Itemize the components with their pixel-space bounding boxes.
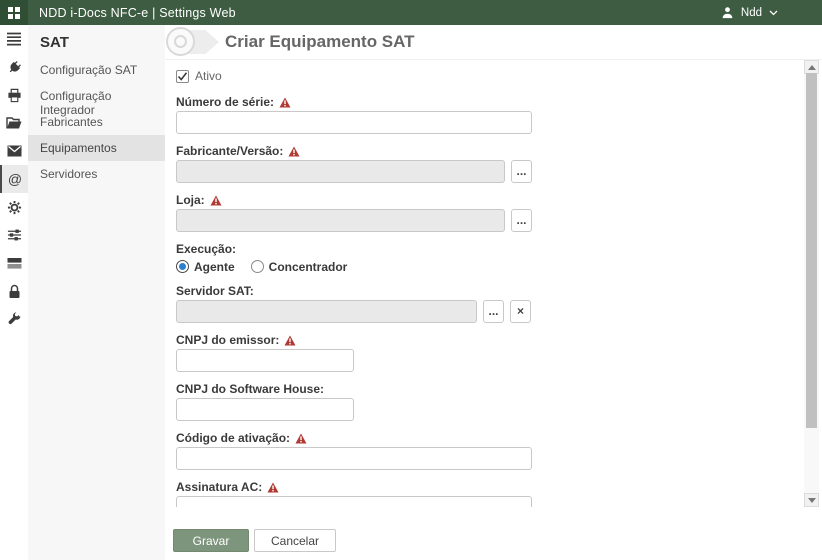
- envelope-icon: [7, 145, 21, 157]
- servidor-sat-browse-button[interactable]: ...: [483, 300, 504, 323]
- required-warning-icon: [210, 195, 222, 205]
- main-content: Criar Equipamento SAT Ativo Número de sé…: [165, 25, 822, 560]
- cnpj-emissor-input[interactable]: [176, 349, 354, 372]
- radio-unselected-icon: [250, 260, 264, 273]
- waffle-icon: [8, 6, 20, 19]
- fabricante-versao-label: Fabricante/Versão:: [176, 144, 284, 158]
- field-assinatura-ac: Assinatura AC:: [176, 480, 565, 507]
- radio-concentrador-label: Concentrador: [268, 259, 348, 274]
- field-cnpj-emissor: CNPJ do emissor:: [176, 333, 565, 372]
- rail-item-preferences[interactable]: [0, 221, 28, 249]
- numero-serie-label: Número de série:: [176, 95, 275, 109]
- page-header: Criar Equipamento SAT: [165, 25, 822, 60]
- cnpj-emissor-label: CNPJ do emissor:: [176, 333, 280, 347]
- user-menu[interactable]: Ndd: [721, 6, 778, 19]
- rail-item-security[interactable]: [0, 277, 28, 305]
- field-numero-serie: Número de série:: [176, 95, 565, 134]
- save-button[interactable]: Gravar: [173, 529, 249, 552]
- sliders-icon: [7, 229, 21, 241]
- field-servidor-sat: Servidor SAT: ... ×: [176, 284, 565, 323]
- field-loja: Loja: ...: [176, 193, 565, 232]
- sidebar-title: SAT: [40, 34, 69, 51]
- radio-selected-icon: [176, 260, 189, 273]
- app-window: NDD i-Docs NFC-e | Settings Web Ndd @ SA…: [0, 0, 822, 560]
- sidebar-item-equipamentos[interactable]: Equipamentos: [28, 135, 165, 161]
- top-bar: NDD i-Docs NFC-e | Settings Web Ndd: [0, 0, 822, 25]
- form-footer: Gravar Cancelar: [165, 507, 822, 560]
- sidebar-item-servidores[interactable]: Servidores: [28, 161, 165, 187]
- at-sign-icon: @: [7, 171, 23, 187]
- rail-item-printing[interactable]: [0, 81, 28, 109]
- servidor-sat-clear-button[interactable]: ×: [510, 300, 531, 323]
- scroll-down-button[interactable]: [804, 493, 819, 507]
- required-warning-icon: [288, 146, 300, 156]
- radio-concentrador[interactable]: Concentrador: [250, 259, 348, 274]
- equipment-form: Ativo Número de série: Fabricante/Versão…: [165, 60, 565, 507]
- field-cnpj-software-house: CNPJ do Software House:: [176, 382, 565, 421]
- assinatura-ac-textarea[interactable]: [176, 496, 532, 507]
- arrow-up-icon: [807, 64, 816, 70]
- radio-agente[interactable]: Agente: [176, 260, 235, 274]
- section-sidebar: SAT Configuração SAT Configuração Integr…: [28, 25, 165, 560]
- app-launcher-button[interactable]: [0, 0, 28, 25]
- rail-item-files[interactable]: [0, 109, 28, 137]
- cnpj-software-house-label: CNPJ do Software House:: [176, 382, 325, 396]
- required-warning-icon: [284, 335, 296, 345]
- loja-browse-button[interactable]: ...: [511, 209, 532, 232]
- gear-icon: [7, 200, 21, 214]
- execucao-label: Execução:: [176, 242, 237, 256]
- hamburger-icon: [7, 32, 21, 46]
- fabricante-versao-browse-button[interactable]: ...: [511, 160, 532, 183]
- scrollbar-thumb[interactable]: [806, 73, 817, 428]
- scroll-up-button[interactable]: [804, 60, 819, 74]
- numero-serie-input[interactable]: [176, 111, 532, 134]
- codigo-ativacao-label: Código de ativação:: [176, 431, 291, 445]
- rail-item-settings[interactable]: [0, 193, 28, 221]
- user-name: Ndd: [740, 6, 762, 19]
- rail-item-nfce-selected[interactable]: @: [0, 165, 28, 193]
- folder-open-icon: [6, 117, 22, 129]
- rail-item-tools[interactable]: [0, 305, 28, 333]
- required-warning-icon: [295, 433, 307, 443]
- chevron-down-icon: [769, 10, 778, 15]
- ativo-checkbox[interactable]: Ativo: [176, 68, 565, 84]
- servidor-sat-input: [176, 300, 477, 323]
- assinatura-ac-label: Assinatura AC:: [176, 480, 263, 494]
- server-icon: [7, 257, 21, 269]
- sidebar-item-configuracao-integrador[interactable]: Configuração Integrador: [28, 83, 165, 117]
- printer-icon: [7, 88, 21, 102]
- ativo-label: Ativo: [195, 69, 222, 83]
- sidebar-item-configuracao-sat[interactable]: Configuração SAT: [28, 57, 165, 83]
- page-title: Criar Equipamento SAT: [225, 32, 415, 51]
- icon-rail: @: [0, 25, 28, 560]
- menu-toggle-button[interactable]: [0, 25, 28, 53]
- codigo-ativacao-input[interactable]: [176, 447, 532, 470]
- plug-icon: [9, 60, 21, 72]
- loja-input: [176, 209, 505, 232]
- app-title: NDD i-Docs NFC-e | Settings Web: [39, 5, 236, 20]
- required-warning-icon: [279, 97, 291, 107]
- form-scroll-area: Ativo Número de série: Fabricante/Versão…: [165, 60, 822, 507]
- lock-icon: [9, 284, 19, 298]
- field-fabricante-versao: Fabricante/Versão: ...: [176, 144, 565, 183]
- page-icon: [166, 27, 195, 56]
- field-codigo-ativacao: Código de ativação:: [176, 431, 565, 470]
- user-icon: [722, 7, 733, 19]
- arrow-down-icon: [807, 497, 816, 503]
- cnpj-software-house-input[interactable]: [176, 398, 354, 421]
- cancel-button[interactable]: Cancelar: [254, 529, 336, 552]
- field-execucao: Execução: Agente Concentrador: [176, 242, 565, 274]
- rail-item-integrations[interactable]: [0, 53, 28, 81]
- rail-item-mail[interactable]: [0, 137, 28, 165]
- vertical-scrollbar[interactable]: [804, 60, 819, 507]
- radio-agente-label: Agente: [194, 259, 235, 274]
- checkbox-checked-icon: [176, 69, 189, 83]
- rail-item-servers[interactable]: [0, 249, 28, 277]
- servidor-sat-label: Servidor SAT:: [176, 284, 254, 298]
- loja-label: Loja:: [176, 193, 205, 207]
- wrench-icon: [8, 311, 20, 324]
- fabricante-versao-input: [176, 160, 505, 183]
- required-warning-icon: [267, 482, 279, 492]
